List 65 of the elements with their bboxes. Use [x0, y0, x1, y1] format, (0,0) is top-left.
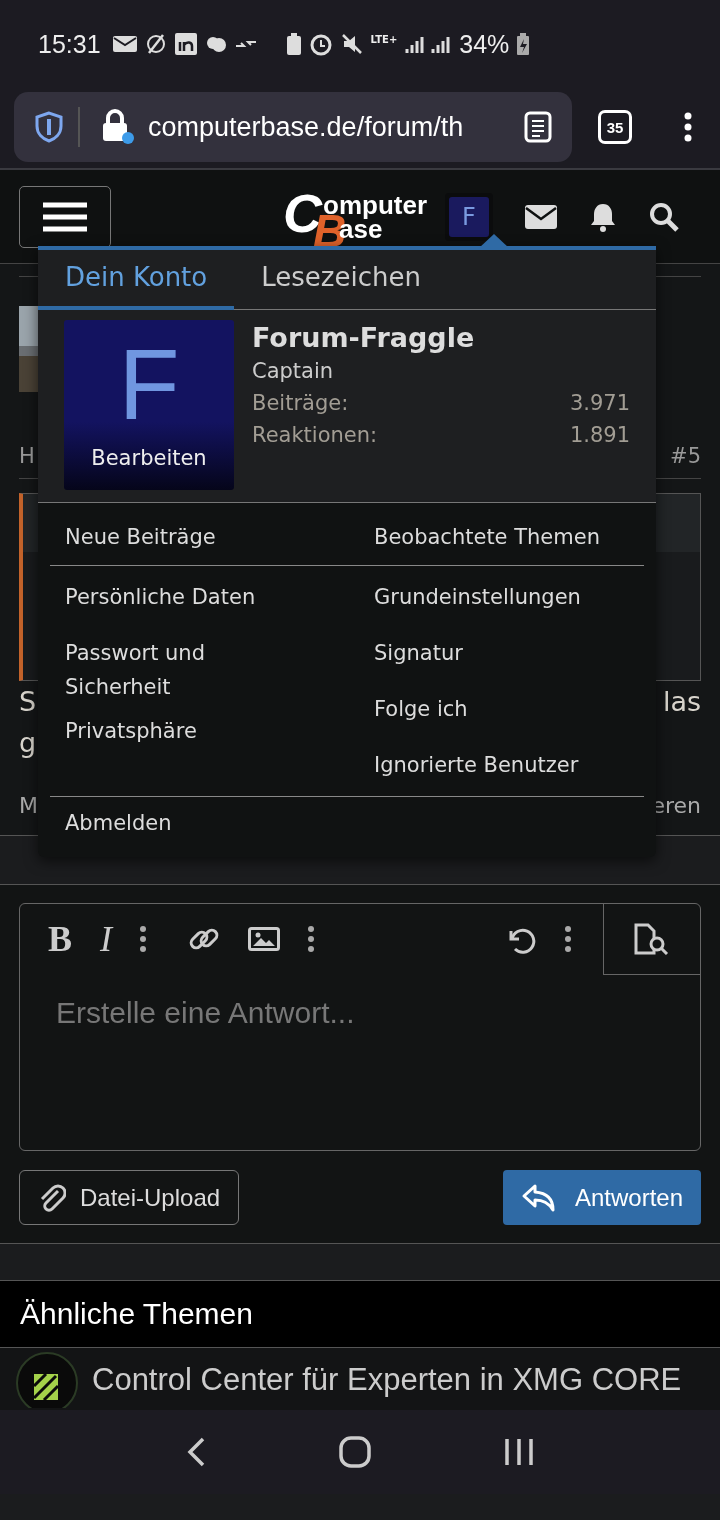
battery-saver-icon: [286, 33, 301, 55]
account-button[interactable]: F: [449, 196, 489, 237]
mute-icon: [340, 33, 363, 55]
more-icon[interactable]: [565, 926, 571, 952]
menu-link[interactable]: Signatur: [374, 636, 644, 670]
back-icon[interactable]: [186, 1437, 207, 1467]
shield-icon[interactable]: [34, 111, 64, 143]
bold-button[interactable]: B: [48, 918, 72, 960]
address-bar[interactable]: computerbase.de/forum/th: [14, 92, 572, 162]
bell-icon[interactable]: [589, 201, 617, 232]
post-action[interactable]: M: [19, 792, 38, 818]
more-icon[interactable]: [684, 112, 692, 142]
image-icon[interactable]: [248, 927, 280, 951]
post-text: S: [19, 686, 37, 717]
profile-avatar[interactable]: F Bearbeiten: [64, 320, 234, 490]
reply-input[interactable]: Erstelle eine Antwort...: [20, 974, 700, 1150]
stat-label: Beiträge:: [252, 391, 349, 415]
stat-value: 3.971: [569, 391, 630, 415]
avatar-letter: F: [118, 334, 180, 434]
post-author: H: [19, 444, 35, 468]
more-icon[interactable]: [140, 926, 146, 952]
recents-icon[interactable]: [503, 1437, 534, 1467]
app-square-icon: [174, 33, 197, 55]
post-text: g: [19, 727, 37, 758]
section-title: Ähnliche Themen: [20, 1297, 253, 1331]
username[interactable]: Forum-Fraggle: [252, 322, 630, 353]
menu-link[interactable]: Grundeinstellungen: [374, 580, 644, 614]
alarm-icon: [308, 32, 333, 56]
italic-button[interactable]: I: [100, 918, 112, 960]
paperclip-icon: [38, 1182, 66, 1213]
menu-link[interactable]: Persönliche Daten: [65, 580, 284, 614]
stat-label: Reaktionen:: [252, 423, 378, 447]
lock-icon: [100, 109, 134, 145]
network-type: LTE+: [370, 33, 398, 45]
menu-link[interactable]: Privatsphäre: [65, 714, 284, 748]
preview-button[interactable]: [603, 904, 700, 975]
url-text[interactable]: computerbase.de/forum/th: [148, 111, 510, 143]
menu-tab[interactable]: Lesezeichen: [234, 250, 448, 310]
upload-button[interactable]: Datei-Upload: [19, 1170, 240, 1225]
menu-icon: [41, 201, 89, 232]
menu-link[interactable]: Beobachtete Themen: [374, 511, 644, 563]
home-icon[interactable]: [339, 1436, 371, 1468]
preview-icon: [634, 923, 670, 955]
menu-link[interactable]: Passwort und Sicherheit: [65, 636, 284, 704]
status-time: 15:31: [38, 29, 101, 59]
more-icon[interactable]: [308, 926, 314, 952]
reply-button[interactable]: Antworten: [502, 1170, 701, 1225]
reply-icon: [520, 1182, 557, 1213]
menu-link[interactable]: Folge ich: [374, 692, 644, 726]
menu-link[interactable]: Ignorierte Benutzer: [374, 748, 644, 782]
envelope-icon: [112, 36, 137, 52]
reply-editor[interactable]: B I Erstelle eine Antwort...: [19, 903, 701, 1151]
post-number[interactable]: #5: [670, 444, 701, 468]
battery-icon: [517, 33, 530, 55]
menu-link[interactable]: Neue Beiträge: [65, 511, 374, 563]
tab-count-button[interactable]: 35: [598, 110, 632, 144]
user-rank: Captain: [252, 359, 335, 383]
search-icon[interactable]: [649, 201, 679, 232]
stat-value: 1.891: [569, 423, 630, 447]
mail-icon[interactable]: [525, 204, 557, 229]
reader-icon[interactable]: [524, 111, 552, 143]
post-text: las: [662, 686, 701, 717]
logout-link[interactable]: Abmelden: [65, 797, 374, 849]
battery-level: 34%: [459, 29, 510, 59]
edit-avatar-link[interactable]: Bearbeiten: [91, 446, 207, 470]
